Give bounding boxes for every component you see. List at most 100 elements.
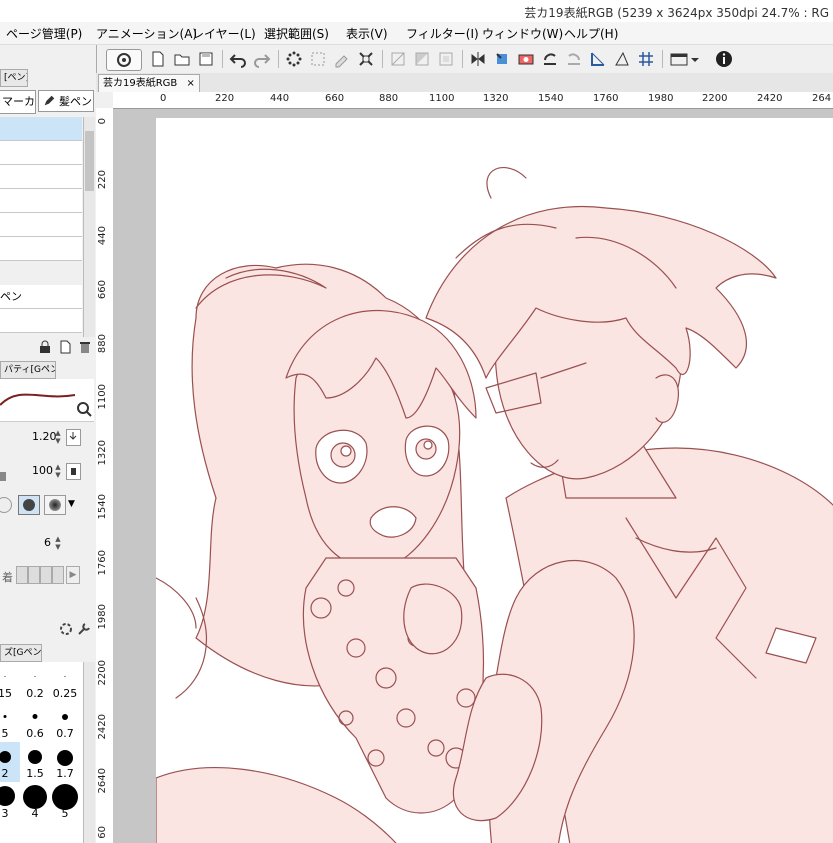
opacity-stepper[interactable]: ▲ ▼ xyxy=(53,463,63,479)
opacity-value[interactable]: 100 xyxy=(32,464,53,477)
ruler-label: 1320 xyxy=(97,440,108,466)
ruler-label: 2200 xyxy=(702,93,728,104)
ruler-label: 1100 xyxy=(429,93,455,104)
perspective-icon[interactable] xyxy=(612,49,632,69)
menu-layer[interactable]: レイヤー(L) xyxy=(192,25,256,42)
size-preset-cell[interactable]: 5 xyxy=(50,782,80,822)
open-file-icon[interactable] xyxy=(172,49,192,69)
redo-icon[interactable] xyxy=(252,49,272,69)
menu-animation[interactable]: アニメーション(A) xyxy=(96,25,197,42)
flip-icon[interactable] xyxy=(468,49,488,69)
wrench-icon[interactable] xyxy=(76,621,92,640)
menu-selection[interactable]: 選択範囲(S) xyxy=(264,25,329,42)
title-bar: 芸カ19表紙RGB (5239 x 3624px 350dpi 24.7% : … xyxy=(0,0,833,22)
chevron-down-icon[interactable]: ▼ xyxy=(68,499,75,509)
panel-icon[interactable] xyxy=(668,49,700,69)
size-preset-cell[interactable]: 0.6 xyxy=(20,702,50,742)
brush-list-footer xyxy=(38,338,94,356)
size-preset-cell[interactable]: 3 xyxy=(0,782,20,822)
ruler-label: 1980 xyxy=(97,604,108,630)
canvas-page[interactable] xyxy=(155,118,833,843)
brush-size-stepper[interactable]: ▲ ▼ xyxy=(53,429,63,445)
rotate-left-icon[interactable] xyxy=(540,49,560,69)
brush-list-item[interactable] xyxy=(0,117,82,141)
brush-list-item[interactable] xyxy=(0,189,82,213)
vertical-ruler[interactable]: 0 220 440 660 880 1100 1320 1540 1760 19… xyxy=(96,108,114,843)
canvas-workspace[interactable] xyxy=(113,109,833,843)
menu-view[interactable]: 表示(V) xyxy=(346,25,388,42)
clear-selection-icon[interactable] xyxy=(332,49,352,69)
ruler-label: 2640 xyxy=(97,768,108,794)
brush-list-item[interactable] xyxy=(0,165,82,189)
menu-help[interactable]: ヘルプ(H) xyxy=(564,25,618,42)
settings-icon[interactable] xyxy=(58,621,74,640)
size-preset-cell[interactable]: 1.5 xyxy=(20,742,50,782)
tool-tab[interactable]: [ペン] xyxy=(0,69,28,87)
menu-filter[interactable]: フィルター(I) xyxy=(406,25,479,42)
size-preset-cell[interactable]: 4 xyxy=(20,782,50,822)
fit-icon[interactable] xyxy=(356,49,376,69)
brush-list-item[interactable] xyxy=(0,213,82,237)
logo-icon[interactable] xyxy=(106,49,142,71)
size-preset-cell[interactable]: 0.7 xyxy=(50,702,80,742)
ruler-label: 440 xyxy=(97,226,108,246)
save-icon[interactable] xyxy=(196,49,216,69)
ruler-label: 1100 xyxy=(97,384,108,410)
brush-list-item[interactable] xyxy=(0,141,82,165)
menu-page[interactable]: ページ管理(P) xyxy=(6,25,82,42)
stabilization-stepper[interactable]: ▲ ▼ xyxy=(53,535,63,551)
document-tab[interactable]: 芸カ19表紙RGB × xyxy=(98,74,200,92)
select-all-icon[interactable] xyxy=(308,49,328,69)
size-preset-cell[interactable]: 15 xyxy=(0,662,20,702)
horizontal-ruler[interactable]: 0 220 440 660 880 1100 1320 1540 1760 19… xyxy=(113,92,833,109)
brush-list-item[interactable] xyxy=(0,309,82,333)
lock-icon[interactable] xyxy=(38,340,52,357)
sub-tool-marker[interactable]: マーカ xyxy=(0,90,36,114)
info-icon[interactable] xyxy=(714,49,734,69)
ruler-label: 220 xyxy=(215,93,235,104)
close-icon[interactable]: × xyxy=(186,78,194,89)
brush-size-pressure-icon[interactable] xyxy=(66,429,81,446)
brush-list-item[interactable] xyxy=(0,237,82,261)
anchor-cells[interactable]: ▶ xyxy=(16,566,80,584)
trash-icon[interactable] xyxy=(78,340,92,357)
export-icon[interactable] xyxy=(492,49,512,69)
transform-icon[interactable] xyxy=(284,49,304,69)
undo-icon[interactable] xyxy=(228,49,248,69)
brush-size-presets: 15 0.2 0.25 5 0.6 0.7 2 1.5 1.7 3 4 5 xyxy=(0,662,94,843)
brush-size-tab[interactable]: ズ[Gペン] xyxy=(0,644,42,662)
size-preset-cell[interactable]: 2 xyxy=(0,742,20,782)
left-panel: [ペン] マーカ 髪ペン ペン パティ[Gペン] 1.20 ▲▼ 100 ▲▼ … xyxy=(0,45,97,843)
brush-size-scrollbar[interactable] xyxy=(83,662,95,843)
opacity-slider-handle[interactable] xyxy=(0,472,6,481)
snap-icon[interactable] xyxy=(388,49,408,69)
stabilization-value[interactable]: 6 xyxy=(44,536,51,549)
size-preset-cell[interactable]: 1.7 xyxy=(50,742,80,782)
menu-window[interactable]: ウィンドウ(W) xyxy=(482,25,563,42)
brush-list-scrollbar[interactable] xyxy=(83,117,95,337)
new-brush-icon[interactable] xyxy=(58,340,72,357)
zoom-icon[interactable] xyxy=(76,401,92,420)
anchor-label: 着 xyxy=(2,571,13,584)
camera-icon[interactable] xyxy=(516,49,536,69)
size-preset-cell[interactable]: 5 xyxy=(0,702,20,742)
opacity-pressure-icon[interactable] xyxy=(66,463,81,480)
toolbar xyxy=(96,45,833,74)
brush-list-item[interactable]: ペン xyxy=(0,285,82,309)
sub-tool-hair-pen[interactable]: 髪ペン xyxy=(38,90,94,112)
size-preset-cell[interactable]: 0.25 xyxy=(50,662,80,702)
property-tab[interactable]: パティ[Gペン] xyxy=(0,361,56,379)
new-file-icon[interactable] xyxy=(148,49,168,69)
rotate-right-icon[interactable] xyxy=(564,49,584,69)
grid-icon[interactable] xyxy=(636,49,656,69)
ruler-label: 880 xyxy=(97,334,108,354)
frame-icon[interactable] xyxy=(436,49,456,69)
ruler-icon[interactable] xyxy=(588,49,608,69)
ruler-label: 1980 xyxy=(648,93,674,104)
gradient-icon[interactable] xyxy=(412,49,432,69)
ruler-label: 2200 xyxy=(97,660,108,686)
size-preset-cell[interactable]: 0.2 xyxy=(20,662,50,702)
line-art-illustration xyxy=(155,167,833,843)
ruler-label: 2420 xyxy=(97,714,108,740)
brush-shape-selector[interactable]: ▼ xyxy=(0,495,90,517)
